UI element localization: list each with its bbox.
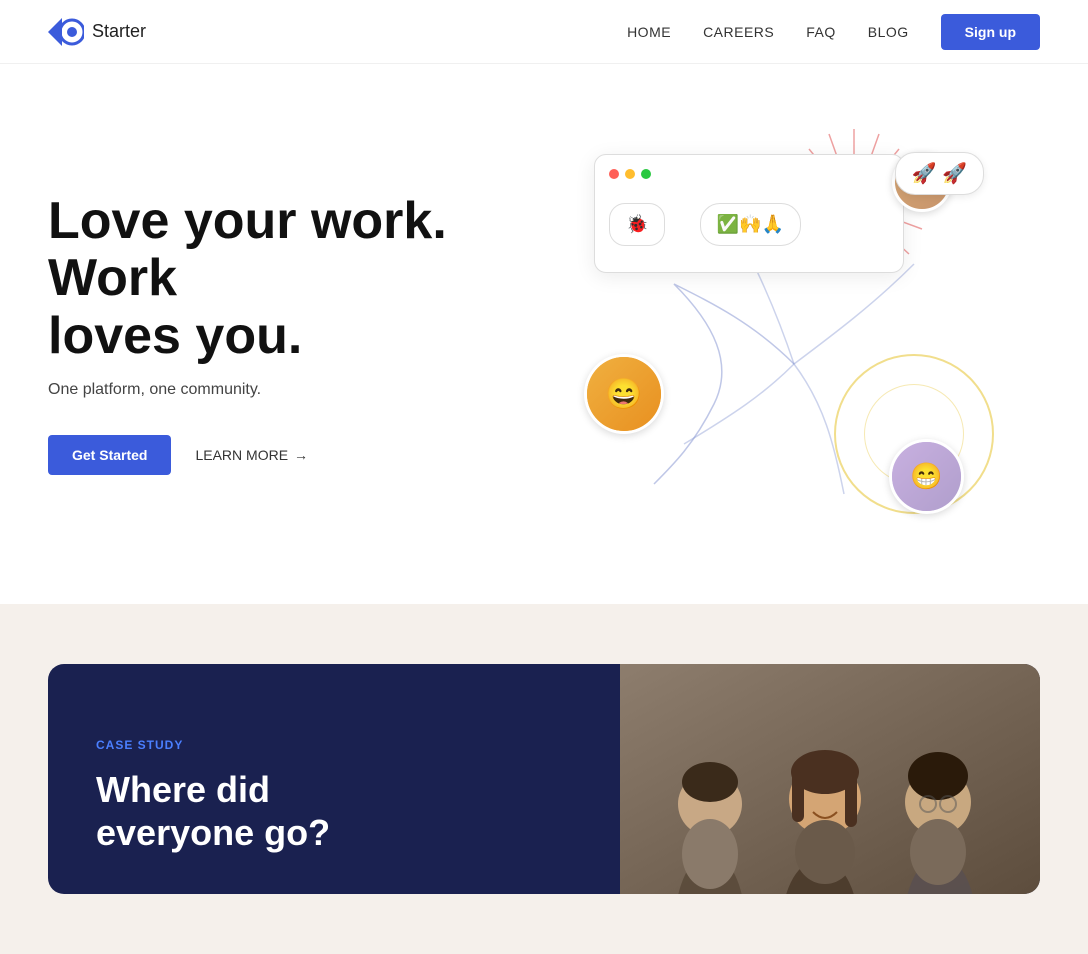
case-study-tag: CASE STUDY xyxy=(96,738,572,752)
get-started-button[interactable]: Get Started xyxy=(48,435,171,475)
dot-yellow xyxy=(625,169,635,179)
chat-bubble-2: ✅🙌🙏 xyxy=(700,203,801,246)
navbar: Starter HOME CAREERS FAQ BLOG Sign up xyxy=(0,0,1088,64)
nav-home[interactable]: HOME xyxy=(627,24,671,40)
case-study-content: CASE STUDY Where did everyone go? xyxy=(48,664,620,894)
avatar-3: 😁 xyxy=(889,439,964,514)
nav-blog[interactable]: BLOG xyxy=(868,24,909,40)
learn-more-link[interactable]: LEARN MORE → xyxy=(195,447,308,463)
nav-links: HOME CAREERS FAQ BLOG Sign up xyxy=(627,14,1040,50)
logo[interactable]: Starter xyxy=(48,18,146,46)
hero-subtitle: One platform, one community. xyxy=(48,381,528,399)
browser-card: 🐞 ✅🙌🙏 xyxy=(594,154,904,273)
case-study-image xyxy=(620,664,1040,894)
hero-actions: Get Started LEARN MORE → xyxy=(48,435,528,475)
brand-name: Starter xyxy=(92,21,146,42)
people-photo xyxy=(620,664,1040,894)
illustration: 🐞 ✅🙌🙏 🚀 🚀 😊 😄 xyxy=(574,124,994,544)
case-study-card: CASE STUDY Where did everyone go? xyxy=(48,664,1040,894)
hero-content: Love your work. Work loves you. One plat… xyxy=(48,193,528,475)
case-study-title: Where did everyone go? xyxy=(96,768,572,854)
chat-bubble-1: 🐞 xyxy=(609,203,665,246)
section-case-study: CASE STUDY Where did everyone go? xyxy=(0,604,1088,954)
avatar-2: 😄 xyxy=(584,354,664,434)
rocket-bubble: 🚀 🚀 xyxy=(895,152,984,195)
browser-dots xyxy=(609,169,889,179)
nav-careers[interactable]: CAREERS xyxy=(703,24,774,40)
hero-section: Love your work. Work loves you. One plat… xyxy=(0,64,1088,604)
signup-button[interactable]: Sign up xyxy=(941,14,1040,50)
hero-title: Love your work. Work loves you. xyxy=(48,193,528,365)
dot-green xyxy=(641,169,651,179)
hero-illustration: 🐞 ✅🙌🙏 🚀 🚀 😊 😄 xyxy=(528,104,1040,564)
dot-red xyxy=(609,169,619,179)
nav-faq[interactable]: FAQ xyxy=(806,24,836,40)
logo-icon xyxy=(48,18,84,46)
